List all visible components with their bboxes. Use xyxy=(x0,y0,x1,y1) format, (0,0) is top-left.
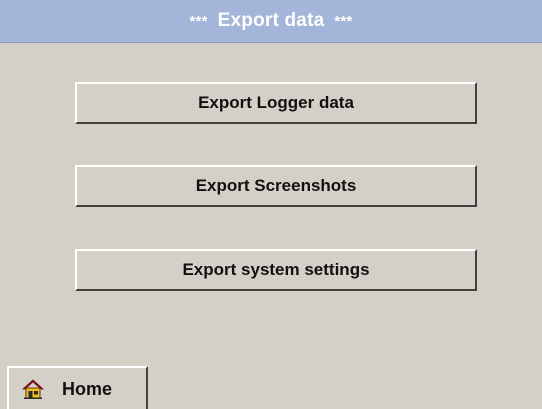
title-stars-left: *** xyxy=(189,12,208,30)
title-bar: *** Export data *** xyxy=(0,0,542,43)
home-label: Home xyxy=(62,378,113,399)
title-stars-right: *** xyxy=(334,12,353,30)
export-screenshots-label: Export Screenshots xyxy=(195,176,357,195)
export-logger-data-label: Export Logger data xyxy=(198,93,354,112)
export-screenshots-button[interactable]: Export Screenshots xyxy=(75,165,477,207)
house-icon xyxy=(22,379,44,399)
page-title: Export data xyxy=(217,10,325,31)
export-logger-data-button[interactable]: Export Logger data xyxy=(75,82,477,124)
export-system-settings-label: Export system settings xyxy=(182,260,370,279)
home-button[interactable]: Home xyxy=(7,366,148,409)
export-system-settings-button[interactable]: Export system settings xyxy=(75,249,477,291)
export-data-screen: *** Export data *** Export Logger data E… xyxy=(0,0,542,409)
